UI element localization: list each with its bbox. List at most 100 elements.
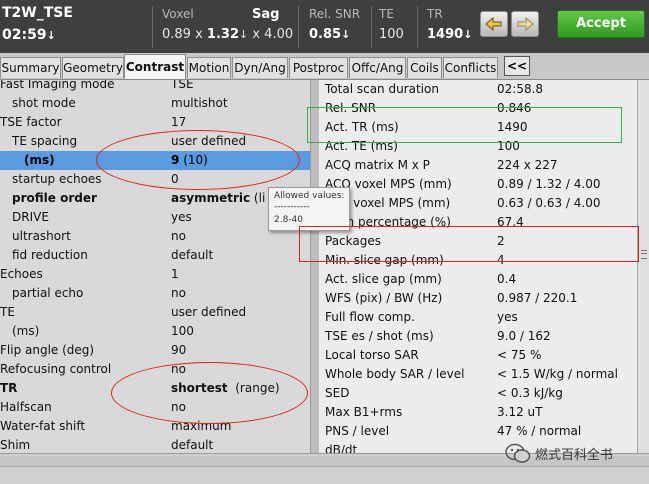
param-label: DRIVE: [12, 210, 49, 224]
param-label: Echoes: [0, 267, 43, 281]
param-label: profile order: [12, 191, 97, 205]
info-row-acq-matrix: ACQ matrix M x P 224 x 227: [319, 156, 637, 175]
down-arrow-icon: ↓: [239, 28, 249, 41]
param-row-flip-angle[interactable]: Flip angle (deg) 90: [0, 341, 310, 360]
info-value: < 1.5 W/kg / normal: [497, 367, 618, 381]
param-value[interactable]: no: [171, 284, 186, 303]
info-label: WFS (pix) / BW (Hz): [325, 291, 443, 305]
param-row-drive[interactable]: DRIVE yes: [0, 208, 310, 227]
tab-contrast[interactable]: Contrast: [124, 54, 186, 79]
param-value[interactable]: default: [171, 436, 213, 453]
tooltip-range: 2.8-40: [274, 215, 304, 225]
param-value[interactable]: 90: [171, 341, 186, 360]
param-value[interactable]: no: [171, 227, 186, 246]
voxel-label: Voxel: [162, 7, 194, 21]
info-value: 0.89 / 1.32 / 4.00: [497, 177, 601, 191]
right-panel-scrollbar[interactable]: [637, 80, 649, 453]
param-value[interactable]: 1: [171, 265, 179, 284]
voxel-p: 1.32: [206, 27, 239, 42]
tab-coils[interactable]: Coils: [407, 57, 442, 78]
param-value[interactable]: asymmetric (li: [171, 189, 265, 208]
info-label: Whole body SAR / level: [325, 367, 465, 381]
accept-button[interactable]: Accept: [557, 10, 645, 38]
tab-dyn-ang[interactable]: Dyn/Ang: [232, 57, 288, 78]
param-label: Halfscan: [0, 400, 52, 414]
param-value-text: asymmetric: [171, 191, 251, 205]
info-label: PNS / level: [325, 424, 390, 438]
param-value[interactable]: multishot: [171, 94, 228, 113]
info-value: < 0.3 kJ/kg: [497, 386, 563, 400]
tab-motion[interactable]: Motion: [187, 57, 231, 78]
param-row-ultrashort[interactable]: ultrashort no: [0, 227, 310, 246]
tr-value[interactable]: 1490↓: [427, 27, 472, 42]
param-value[interactable]: 17: [171, 113, 186, 132]
watermark-text: 燃式百科全书: [535, 448, 614, 463]
tab-postproc[interactable]: Postproc: [289, 57, 348, 78]
param-value[interactable]: yes: [171, 208, 192, 227]
param-value[interactable]: default: [171, 246, 213, 265]
redo-button[interactable]: [511, 11, 539, 37]
param-label: TR: [0, 381, 18, 395]
param-row-partial-echo[interactable]: partial echo no: [0, 284, 310, 303]
param-label: TE: [0, 305, 15, 319]
param-row-tse-factor[interactable]: TSE factor 17: [0, 113, 310, 132]
info-value: < 75 %: [497, 348, 542, 362]
tab-summary[interactable]: Summary: [0, 57, 61, 78]
rel-snr-value: 0.85↓: [309, 27, 350, 42]
info-value: 224 x 227: [497, 158, 558, 172]
info-label: ACQ matrix M x P: [325, 158, 430, 172]
info-label: Full flow comp.: [325, 310, 415, 324]
te-value[interactable]: 100: [379, 27, 404, 42]
info-value: 9.0 / 162: [497, 329, 551, 343]
param-value[interactable]: 100: [171, 322, 194, 341]
orientation-label[interactable]: Sag: [252, 7, 279, 22]
tooltip-title: Allowed values:: [274, 191, 345, 201]
voxel-value[interactable]: 0.89 x 1.32↓ x 4.00: [162, 27, 293, 42]
tab-conflicts[interactable]: Conflicts: [443, 57, 498, 78]
collapse-tabs-button[interactable]: <<: [504, 56, 530, 76]
info-value: yes: [497, 310, 518, 324]
param-label: fid reduction: [12, 248, 88, 262]
info-row-wfs-bw: WFS (pix) / BW (Hz) 0.987 / 220.1: [319, 289, 637, 308]
param-row-shim[interactable]: Shim default: [0, 436, 310, 453]
tab-offc-ang[interactable]: Offc/Ang: [349, 57, 406, 78]
info-value: 0.987 / 220.1: [497, 291, 578, 305]
param-row-profile-order[interactable]: profile order asymmetric (li: [0, 189, 310, 208]
info-label: Act. slice gap (mm): [325, 272, 442, 286]
undo-button[interactable]: [480, 11, 508, 37]
info-value: 0.63 / 0.63 / 4.00: [497, 196, 601, 210]
scrollbar-grip-icon[interactable]: [641, 250, 647, 259]
down-arrow-icon: ↓: [46, 29, 56, 42]
undo-arrow-icon: [485, 16, 502, 32]
info-row-whole-body-sar: Whole body SAR / level < 1.5 W/kg / norma…: [319, 365, 637, 384]
voxel-s: x 4.00: [252, 27, 294, 42]
param-label: (ms): [12, 324, 40, 338]
parameter-tabs: Summary Geometry Contrast Motion Dyn/Ang…: [0, 53, 649, 80]
param-row-echoes[interactable]: Echoes 1: [0, 265, 310, 284]
param-label: (ms): [24, 153, 55, 167]
param-value[interactable]: TSE: [171, 80, 194, 94]
param-row-shot-mode[interactable]: shot mode multishot: [0, 94, 310, 113]
param-row-te[interactable]: TE user defined: [0, 303, 310, 322]
te-label: TE: [379, 7, 394, 21]
param-row-te-ms[interactable]: (ms) 100: [0, 322, 310, 341]
param-value[interactable]: user defined: [171, 303, 246, 322]
param-row-fast-imaging-mode[interactable]: Fast Imaging mode TSE: [0, 80, 310, 94]
down-arrow-icon: ↓: [463, 28, 473, 41]
down-arrow-icon: ↓: [341, 28, 351, 41]
info-value: 0.4: [497, 272, 517, 286]
info-label: TSE es / shot (ms): [325, 329, 434, 343]
annotation-ellipse-tr: [111, 362, 308, 424]
info-value: 02:58.8: [497, 82, 544, 96]
info-label: Local torso SAR: [325, 348, 419, 362]
info-row-acq-voxel: ACQ voxel MPS (mm) 0.89 / 1.32 / 4.00: [319, 175, 637, 194]
param-row-water-fat-shift[interactable]: Water-fat shift maximum: [0, 417, 310, 436]
tab-geometry[interactable]: Geometry: [62, 57, 124, 78]
param-label: startup echoes: [12, 172, 102, 186]
param-row-fid-reduction[interactable]: fid reduction default: [0, 246, 310, 265]
rel-snr-number: 0.85: [309, 27, 342, 42]
header-divider: [152, 6, 153, 48]
param-label: ultrashort: [12, 229, 71, 243]
param-label: shot mode: [12, 96, 76, 110]
info-value: 47 % / normal: [497, 424, 582, 438]
